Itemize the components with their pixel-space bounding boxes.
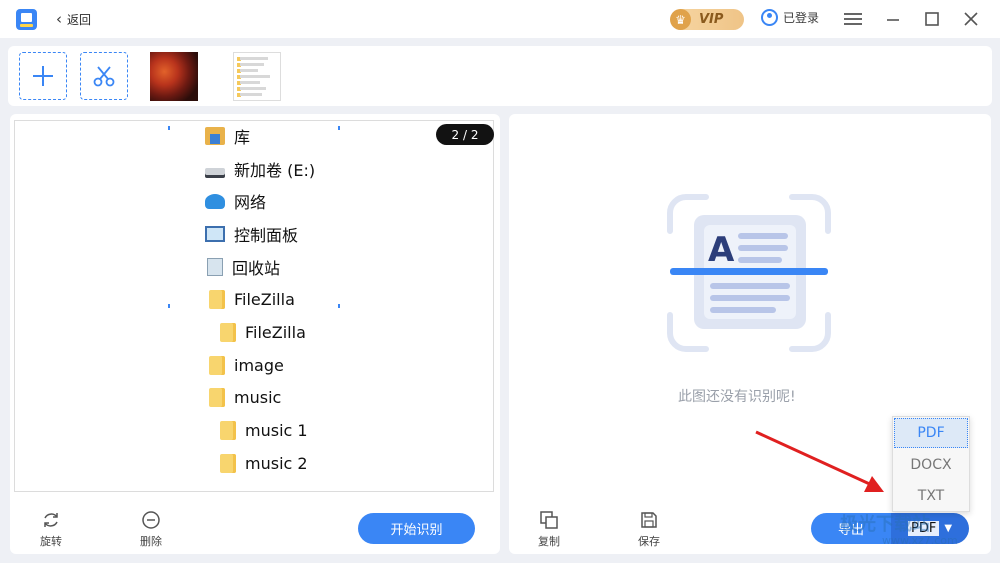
save-label: 保存 [638,535,660,548]
folder-icon [220,322,236,342]
scissors-icon [93,66,115,87]
tree-item: music 1 [220,419,308,441]
control-panel-icon [205,226,225,242]
annotation-arrow [755,430,884,492]
tree-item-label: image [234,355,284,375]
folder-icon [209,355,225,375]
vip-label: VIP [699,12,724,27]
tree-item-label: music 2 [245,453,308,473]
tree-item: music [209,386,281,408]
tree-item-label: 网络 [234,193,267,212]
tree-item: 控制面板 [205,223,298,245]
format-select[interactable]: PDF ▼ [891,513,969,544]
tree-item: 库 [205,125,250,147]
format-option-txt[interactable]: TXT [893,480,969,511]
empty-result-text: 此图还没有识别呢! [678,389,796,405]
format-option-pdf[interactable]: PDF [894,418,968,448]
tree-item: image [209,354,284,376]
selection-handle[interactable] [168,304,170,308]
folder-icon [209,289,225,309]
crop-button[interactable] [80,52,128,100]
thumbnail-toolbar [8,46,992,106]
export-button[interactable]: 导出 [811,513,891,544]
delete-label: 删除 [140,535,162,548]
close-button[interactable] [960,8,982,30]
tree-item: FileZilla [209,288,295,310]
back-label: 返回 [67,12,92,27]
tree-item: 新加卷 (E:) [205,158,315,180]
image-preview: 库 新加卷 (E:) 网络 控制面板 回收站 FileZilla FileZil… [14,120,494,492]
close-icon [964,12,978,26]
rotate-icon [41,510,61,530]
add-image-button[interactable] [19,52,67,100]
library-icon [205,127,225,145]
tree-item-label: FileZilla [234,289,295,309]
folder-icon [220,420,236,440]
format-option-docx[interactable]: DOCX [893,449,969,480]
tree-item-label: 新加卷 (E:) [234,161,316,180]
menu-button[interactable] [842,8,864,30]
user-account-button[interactable]: 已登录 [761,9,819,26]
format-select-value: PDF [907,521,940,536]
vip-button[interactable]: ♛ VIP [670,9,744,30]
plus-icon [33,66,53,86]
user-icon [761,9,778,26]
hamburger-icon [844,10,862,28]
network-icon [205,193,225,209]
tree-item: music 2 [220,452,308,474]
recycle-bin-icon [207,258,223,276]
selection-handle[interactable] [168,126,170,130]
title-bar: ‹ 返回 ♛ VIP 已登录 [0,0,1000,38]
back-button[interactable]: ‹ 返回 [56,10,91,28]
document-scan-illustration: A [667,194,831,352]
minimize-icon [887,19,899,21]
svg-text:A: A [708,230,735,270]
tree-item-label: 回收站 [232,259,281,278]
folder-icon [209,387,225,407]
selection-handle[interactable] [338,126,340,130]
tree-item: 网络 [205,190,266,212]
tree-item-label: 控制面板 [234,226,299,245]
selection-handle[interactable] [338,304,340,308]
format-dropdown: PDF DOCX TXT [892,416,970,512]
chevron-left-icon: ‹ [56,10,62,28]
chevron-down-icon: ▼ [944,523,953,534]
folder-icon [220,453,236,473]
minimize-button[interactable] [882,8,904,30]
tree-item-label: music [234,387,282,407]
tree-item: 回收站 [205,256,280,278]
tree-item-label: 库 [234,128,251,147]
user-status-label: 已登录 [783,11,820,25]
save-button[interactable]: 保存 [638,510,660,549]
image-thumbnail-1[interactable] [150,52,198,101]
start-recognition-button[interactable]: 开始识别 [358,513,475,544]
crown-icon: ♛ [670,9,691,30]
maximize-button[interactable] [921,8,943,30]
app-logo-icon [16,9,37,30]
remove-icon [141,510,161,530]
maximize-icon [925,12,939,26]
save-icon [639,510,659,530]
tree-item-label: music 1 [245,420,308,440]
copy-button[interactable]: 复制 [538,510,560,549]
image-thumbnail-2[interactable] [233,52,281,101]
copy-label: 复制 [538,535,560,548]
page-indicator: 2 / 2 [436,124,494,145]
drive-icon [205,168,225,178]
rotate-button[interactable]: 旋转 [40,510,62,549]
delete-button[interactable]: 删除 [140,510,162,549]
copy-icon [539,510,559,530]
tree-item-label: FileZilla [245,322,306,342]
rotate-label: 旋转 [40,535,62,548]
tree-item: FileZilla [220,321,306,343]
